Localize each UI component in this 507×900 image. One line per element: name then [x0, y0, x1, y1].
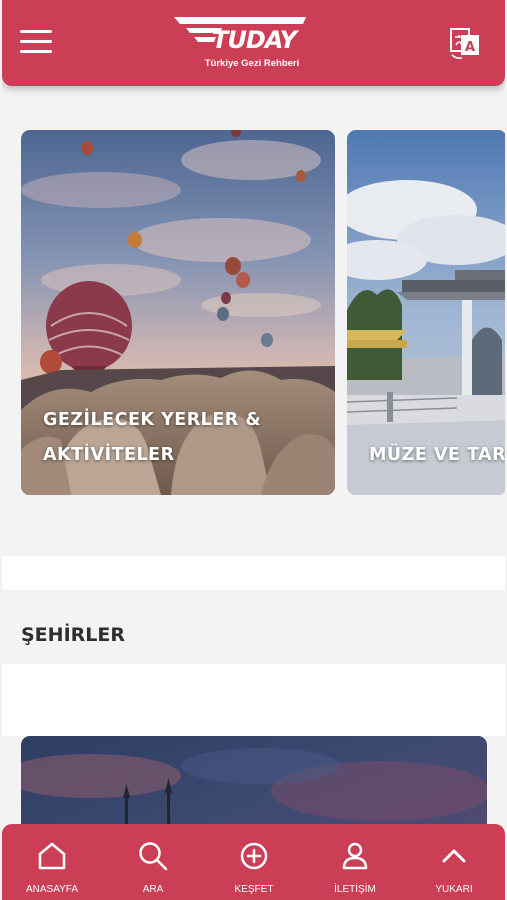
app-header: TUDAY Türkiye Gezi Rehberi A [2, 0, 505, 86]
category-card-label: GEZİLECEK YERLER & AKTİVİTELER [43, 403, 261, 473]
category-card-places[interactable]: GEZİLECEK YERLER & AKTİVİTELER [21, 130, 335, 495]
plus-circle-icon [240, 842, 268, 870]
svg-text:A: A [465, 40, 475, 55]
nav-label: ANASAYFA [25, 884, 79, 895]
search-icon [139, 842, 168, 871]
category-card-museums[interactable]: MÜZE VE TAR [347, 130, 505, 495]
app-logo[interactable]: TUDAY Türkiye Gezi Rehberi [172, 14, 308, 72]
nav-item-contact[interactable]: İLETİŞİM [305, 824, 405, 900]
nav-label: ARA [142, 884, 164, 895]
cities-section-header: ŞEHİRLER [2, 590, 505, 664]
home-icon [38, 842, 66, 870]
nav-label: KEŞFET [234, 884, 274, 895]
nav-item-scroll-top[interactable]: YUKARI [404, 824, 504, 900]
logo-word: TUDAY [212, 26, 297, 54]
app-screen: TUDAY Türkiye Gezi Rehberi A GEZİLECEK Y… [2, 0, 505, 900]
logo-tagline: Türkiye Gezi Rehberi [204, 58, 300, 69]
nav-item-discover[interactable]: KEŞFET [204, 824, 304, 900]
card-title-line1: GEZİLECEK YERLER & [43, 410, 262, 430]
bottom-navigation: ANASAYFA ARA KEŞFET İLETİŞİM YUKARI [2, 824, 505, 900]
chevron-up-icon [442, 849, 466, 863]
category-carousel: GEZİLECEK YERLER & AKTİVİTELER MÜZE VE T… [2, 86, 505, 556]
card-title-line2: AKTİVİTELER [43, 445, 175, 465]
hamburger-icon[interactable] [20, 30, 52, 56]
nav-label: YUKARI [435, 884, 473, 895]
user-icon [342, 842, 368, 870]
nav-item-home[interactable]: ANASAYFA [2, 824, 102, 900]
category-card-label: MÜZE VE TAR [369, 438, 505, 473]
nav-label: İLETİŞİM [334, 884, 376, 895]
section-title: ŞEHİRLER [21, 624, 125, 646]
section-divider [2, 556, 505, 590]
section-spacer [2, 664, 505, 736]
translate-icon[interactable]: A [448, 25, 482, 61]
card-title-line1: MÜZE VE TAR [369, 445, 505, 465]
nav-item-search[interactable]: ARA [103, 824, 203, 900]
